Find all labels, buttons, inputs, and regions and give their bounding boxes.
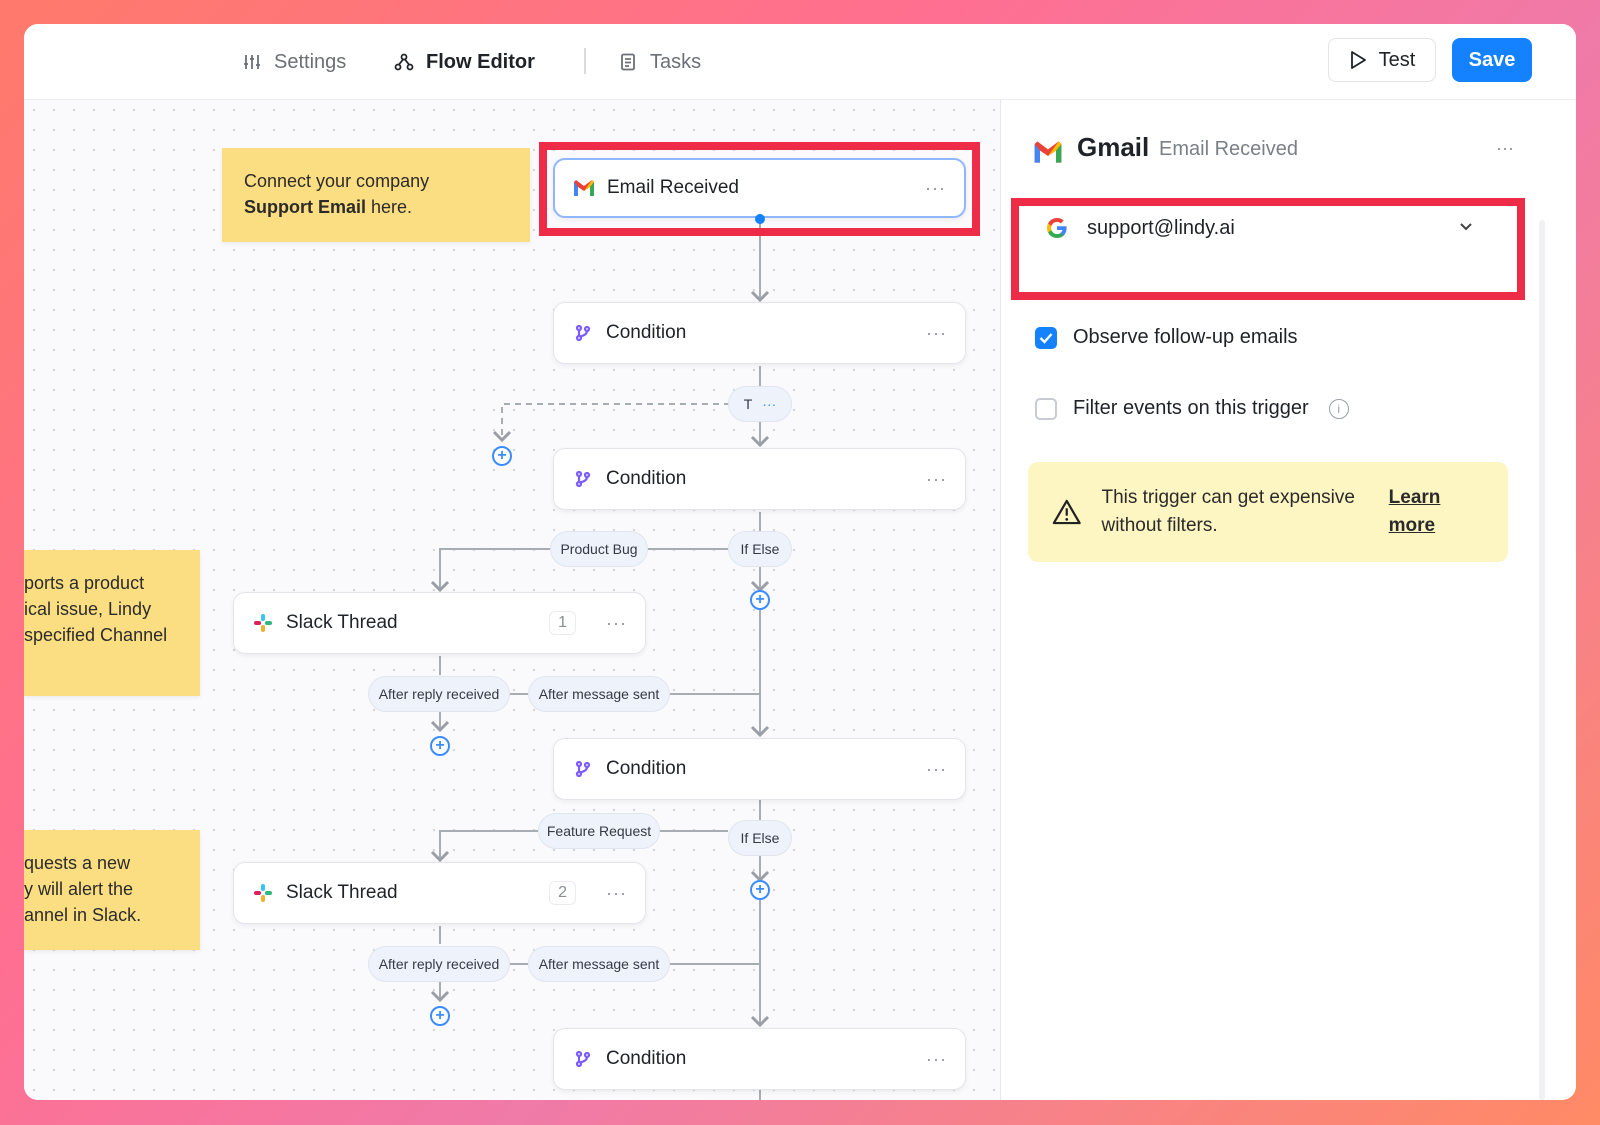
observe-followup-checkbox[interactable] (1035, 326, 1057, 349)
node-title: Condition (606, 322, 687, 343)
more-icon[interactable]: ··· (926, 759, 947, 780)
note-line: annel in Slack. (24, 905, 142, 925)
more-icon[interactable]: ··· (606, 883, 627, 904)
node-slack-thread[interactable]: Slack Thread 1 ··· (233, 592, 646, 654)
sticky-note-feature-request[interactable]: quests a new y will alert the annel in S… (24, 830, 200, 950)
node-title: Condition (606, 758, 687, 779)
test-button[interactable]: Test (1328, 38, 1436, 82)
info-icon[interactable]: i (1328, 398, 1349, 419)
scrollbar[interactable] (1539, 220, 1545, 1100)
more-icon[interactable]: ··· (606, 613, 627, 634)
filter-events-row[interactable]: Filter events on this trigger i (1035, 397, 1349, 420)
nav-divider (584, 48, 586, 74)
branch-icon (572, 758, 594, 780)
node-title: Condition (606, 468, 687, 489)
branch-icon (572, 322, 594, 344)
branch-pill-feature-request[interactable]: Feature Request (538, 813, 660, 849)
sticky-note-support-email[interactable]: Connect your company Support Email here. (222, 148, 530, 242)
check-icon (1039, 332, 1053, 344)
slack-icon (252, 882, 274, 904)
filter-events-label: Filter events on this trigger (1073, 397, 1309, 419)
flow-canvas[interactable]: Connect your company Support Email here.… (24, 100, 1000, 1100)
warning-text: This trigger can get expensive without f… (1101, 487, 1355, 536)
more-icon[interactable]: ··· (926, 1049, 947, 1070)
sliders-icon (244, 55, 260, 69)
tab-tasks[interactable]: Tasks (618, 46, 701, 78)
more-icon[interactable]: ··· (1496, 138, 1514, 159)
add-step-icon[interactable]: + (750, 880, 770, 900)
branch-pill-after-reply[interactable]: After reply received (368, 946, 510, 982)
note-bold: Support Email (244, 197, 367, 217)
more-icon[interactable]: ··· (926, 323, 947, 344)
branch-icon (572, 468, 594, 490)
node-title: Condition (606, 1048, 687, 1069)
gmail-icon (1034, 141, 1062, 163)
sticky-note-product-bug[interactable]: ports a product ical issue, Lindy specif… (24, 550, 200, 696)
document-icon (621, 53, 635, 71)
step-count-badge: 2 (549, 881, 577, 905)
branch-pill-if-else[interactable]: If Else (728, 820, 792, 856)
note-line: specified Channel (24, 625, 168, 645)
save-button[interactable]: Save (1452, 38, 1532, 82)
branch-icon (572, 1048, 594, 1070)
note-line: Connect your company (244, 171, 430, 191)
app-window: Settings Flow Editor Tasks Test Save Con… (24, 24, 1576, 1100)
play-icon (1350, 51, 1366, 69)
note-line: y will alert the (24, 879, 134, 899)
branch-pill-after-reply[interactable]: After reply received (368, 676, 510, 712)
highlight-box (539, 142, 980, 236)
note-line: quests a new (24, 853, 131, 873)
note-line: Support Email here. (244, 194, 508, 220)
tab-tasks-label: Tasks (650, 50, 702, 73)
tab-settings-label: Settings (274, 50, 347, 73)
add-step-icon[interactable]: + (750, 590, 770, 610)
pill-label: T (743, 396, 753, 412)
note-line: ical issue, Lindy (24, 599, 152, 619)
node-condition[interactable]: Condition ··· (553, 738, 966, 800)
more-icon[interactable]: ··· (926, 469, 947, 490)
node-slack-thread[interactable]: Slack Thread 2 ··· (233, 862, 646, 924)
add-step-icon[interactable]: + (430, 736, 450, 756)
slack-icon (252, 612, 274, 634)
more-icon[interactable]: ··· (762, 396, 776, 412)
branch-pill-if-else[interactable]: If Else (728, 531, 792, 567)
highlight-box (1011, 198, 1525, 300)
step-count-badge: 1 (549, 611, 577, 635)
node-title: Slack Thread (286, 882, 398, 903)
branch-pill-t[interactable]: T ··· (728, 386, 792, 422)
observe-followup-label: Observe follow-up emails (1073, 326, 1298, 348)
flow-icon (394, 53, 414, 71)
add-step-icon[interactable]: + (430, 1006, 450, 1026)
warning-banner: This trigger can get expensive without f… (1028, 462, 1508, 562)
panel-title: Gmail (1077, 132, 1150, 162)
node-condition[interactable]: Condition ··· (553, 302, 966, 364)
tab-settings[interactable]: Settings (242, 46, 346, 78)
test-button-label: Test (1378, 48, 1416, 71)
note-line: ports a product (24, 573, 145, 593)
note-rest: here. (366, 197, 413, 217)
trigger-settings-panel: Gmail Email Received ··· support@lindy.a… (1000, 100, 1576, 1100)
branch-pill-after-message[interactable]: After message sent (528, 676, 670, 712)
branch-pill-after-message[interactable]: After message sent (528, 946, 670, 982)
node-title: Slack Thread (286, 612, 398, 633)
panel-subtitle: Email Received (1159, 138, 1298, 160)
add-step-icon[interactable]: + (492, 446, 512, 466)
tab-flow-editor[interactable]: Flow Editor (394, 46, 535, 78)
top-bar: Settings Flow Editor Tasks Test Save (24, 24, 1576, 100)
node-condition[interactable]: Condition ··· (553, 1028, 966, 1090)
filter-events-checkbox[interactable] (1035, 397, 1057, 420)
node-condition[interactable]: Condition ··· (553, 448, 966, 510)
tab-flow-editor-label: Flow Editor (426, 50, 535, 73)
branch-pill-product-bug[interactable]: Product Bug (550, 531, 648, 567)
observe-followup-row[interactable]: Observe follow-up emails (1035, 326, 1298, 349)
warning-icon (1052, 499, 1081, 525)
learn-more-link[interactable]: Learn more (1389, 484, 1484, 540)
